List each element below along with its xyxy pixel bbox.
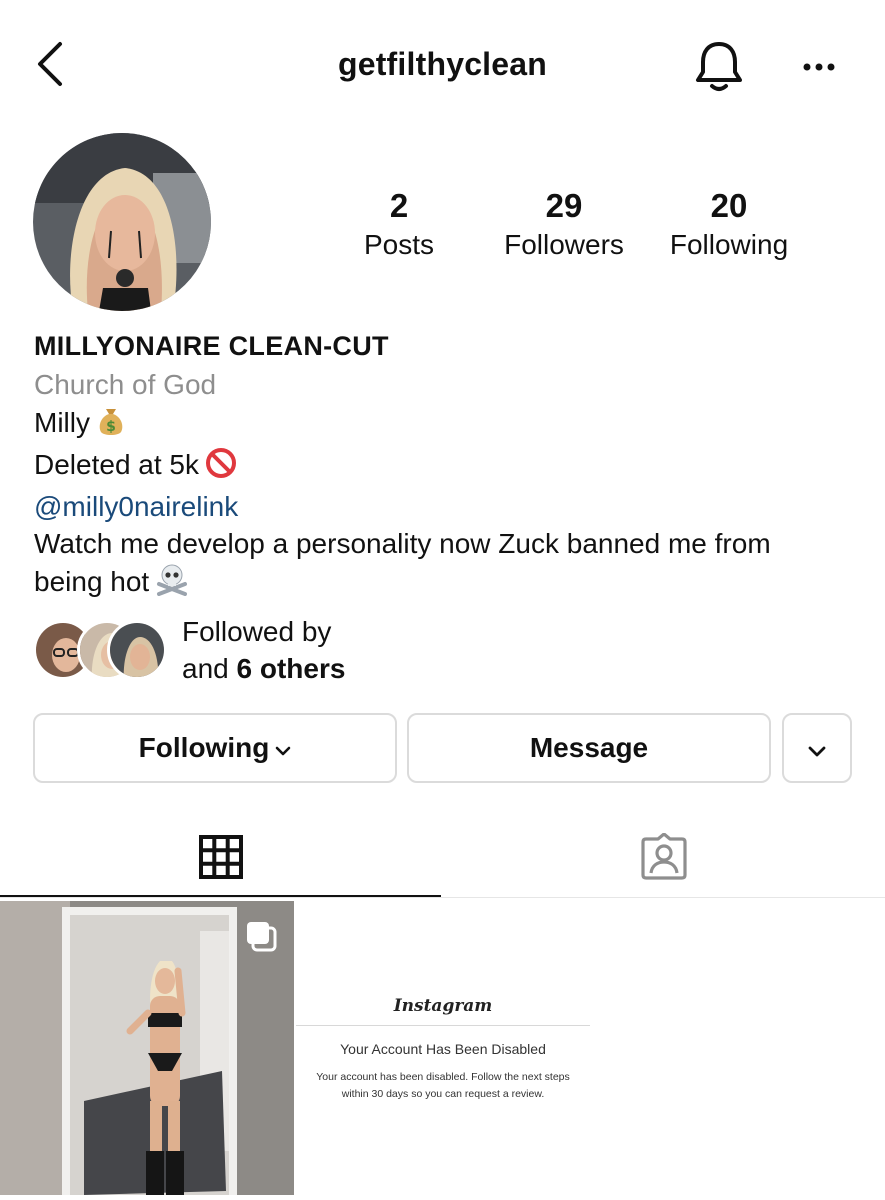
tab-divider [0, 897, 885, 898]
tab-tagged[interactable] [442, 820, 885, 898]
grid-icon [199, 834, 243, 884]
bio-link[interactable]: @milly0nairelink [34, 488, 864, 525]
prohibited-icon [205, 447, 237, 488]
following-count: 20 [710, 187, 748, 224]
follower-avatar[interactable] [107, 620, 167, 680]
chevron-down-icon [808, 732, 826, 764]
posts-stat: 2 Posts [324, 186, 474, 264]
bio-line-1: Milly $ [34, 404, 864, 446]
bell-icon[interactable] [692, 38, 746, 94]
tab-posts-grid[interactable] [0, 820, 442, 898]
posts-label: Posts [363, 229, 435, 260]
profile-header: getfilthyclean [0, 0, 885, 130]
notice-body: Your account has been disabled. Follow t… [316, 1071, 570, 1100]
suggested-accounts-button[interactable] [782, 713, 852, 783]
followers-count: 29 [545, 187, 583, 224]
followed-by-others: and 6 others [182, 650, 345, 687]
grid-post-mirror-selfie[interactable] [0, 901, 294, 1195]
followed-by-and: and [182, 653, 229, 684]
following-button[interactable]: Following [33, 713, 397, 783]
bio-line-4b: being hot [34, 562, 864, 605]
tagged-person-icon [640, 831, 688, 886]
bio-line-4b-text: being hot [34, 566, 150, 597]
following-label: Following [669, 229, 789, 260]
message-button-label: Message [529, 732, 649, 763]
following-button-label: Following [138, 732, 270, 763]
posts-count: 2 [389, 187, 409, 224]
message-button[interactable]: Message [407, 713, 771, 783]
bio-line-4a: Watch me develop a personality now Zuck … [34, 528, 771, 559]
profile-avatar[interactable] [33, 133, 211, 311]
skull-crossbones-icon [155, 562, 189, 605]
bio-line-2: Deleted at 5k [34, 446, 864, 488]
grid-post-disabled-notice[interactable]: Instagram Your Account Has Been Disabled… [296, 901, 590, 1195]
username-title: getfilthyclean [337, 46, 548, 82]
chevron-down-icon [275, 732, 291, 764]
more-horizontal-icon[interactable] [798, 52, 840, 82]
bio-line-2-text: Deleted at 5k [34, 449, 199, 480]
followed-by-label: Followed by [182, 616, 332, 647]
followed-by-count: 6 others [236, 653, 346, 684]
instagram-logo: Instagram [393, 996, 493, 1016]
notice-heading: Your Account Has Been Disabled [340, 1041, 546, 1057]
notice-divider [296, 1025, 590, 1026]
display-name: MILLYONAIRE CLEAN-CUT [34, 331, 389, 361]
following-stat[interactable]: 20 Following [654, 186, 804, 264]
followers-stat[interactable]: 29 Followers [489, 186, 639, 264]
profile-category: Church of God [34, 369, 217, 400]
svg-text:$: $ [106, 419, 116, 435]
followed-by-text[interactable]: Followed by and 6 others [182, 613, 345, 687]
multiple-photos-icon [244, 919, 278, 958]
money-bag-icon: $ [96, 405, 126, 446]
bio-line-1-text: Milly [34, 407, 90, 438]
profile-bio: MILLYONAIRE CLEAN-CUT Church of God Mill… [34, 328, 864, 605]
followers-label: Followers [504, 229, 624, 260]
